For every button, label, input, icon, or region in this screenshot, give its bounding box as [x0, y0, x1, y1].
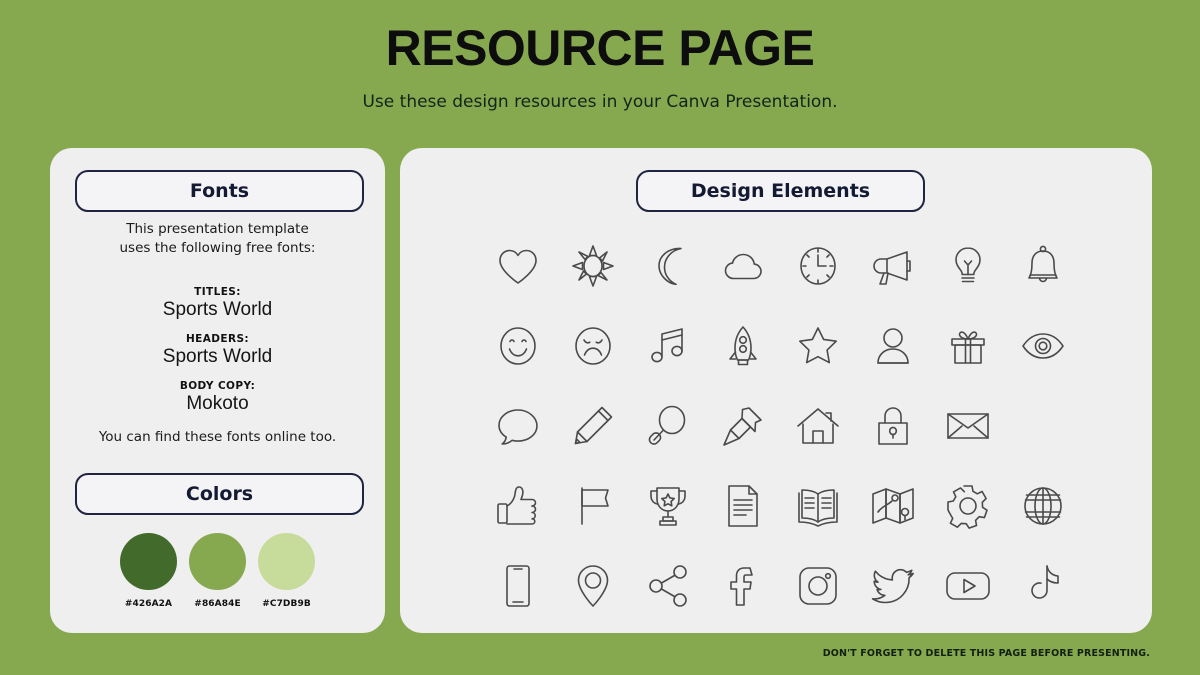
slide-canvas: RESOURCE PAGE Use these design resources… — [0, 0, 1200, 675]
sun-icon[interactable] — [555, 226, 630, 306]
cloud-icon[interactable] — [705, 226, 780, 306]
flag-icon[interactable] — [555, 466, 630, 546]
design-elements-section-label: Design Elements — [690, 180, 871, 202]
megaphone-icon[interactable] — [855, 226, 930, 306]
design-elements-grid — [480, 226, 1080, 626]
design-elements-card: Design Elements — [400, 148, 1152, 633]
sad-face-icon[interactable] — [555, 306, 630, 386]
eye-icon[interactable] — [1005, 306, 1080, 386]
color-swatch-list: #426A2A #86A84E #C7DB9B — [50, 533, 385, 609]
fonts-intro-text: This presentation template uses the foll… — [50, 220, 385, 258]
star-icon[interactable] — [780, 306, 855, 386]
document-icon[interactable] — [705, 466, 780, 546]
person-icon[interactable] — [855, 306, 930, 386]
globe-icon[interactable] — [1005, 466, 1080, 546]
font-body-value: Mokoto — [186, 393, 249, 414]
footer-reminder-note: DON'T FORGET TO DELETE THIS PAGE BEFORE … — [822, 648, 1150, 659]
speech-bubble-icon[interactable] — [480, 386, 555, 466]
colors-section-header[interactable]: Colors — [75, 473, 364, 515]
font-headers-value: Sports World — [162, 346, 273, 367]
fonts-outro-text: You can find these fonts online too. — [98, 429, 337, 445]
house-icon[interactable] — [780, 386, 855, 466]
fonts-intro-line-1: This presentation template — [126, 221, 309, 237]
gear-icon[interactable] — [930, 466, 1005, 546]
color-swatch[interactable]: #426A2A — [118, 533, 180, 609]
twitter-icon[interactable] — [855, 546, 930, 626]
color-swatch-dot — [189, 533, 246, 590]
book-icon[interactable] — [780, 466, 855, 546]
phone-icon[interactable] — [480, 546, 555, 626]
smiley-face-icon[interactable] — [480, 306, 555, 386]
font-group-titles: TITLES: Sports World — [50, 286, 385, 321]
fonts-section-header[interactable]: Fonts — [75, 170, 364, 212]
font-titles-label: TITLES: — [194, 286, 241, 298]
location-pin-icon[interactable] — [555, 546, 630, 626]
lightbulb-icon[interactable] — [930, 226, 1005, 306]
color-swatch-hex: #C7DB9B — [262, 599, 311, 609]
color-swatch-dot — [120, 533, 177, 590]
share-icon[interactable] — [630, 546, 705, 626]
instagram-icon[interactable] — [780, 546, 855, 626]
pencil-icon[interactable] — [555, 386, 630, 466]
font-body-label: BODY COPY: — [179, 380, 256, 392]
facebook-icon[interactable] — [705, 546, 780, 626]
color-swatch[interactable]: #86A84E — [187, 533, 249, 609]
design-elements-section-header[interactable]: Design Elements — [636, 170, 925, 212]
pushpin-icon[interactable] — [705, 386, 780, 466]
music-note-icon[interactable] — [630, 306, 705, 386]
lock-icon[interactable] — [855, 386, 930, 466]
map-icon[interactable] — [855, 466, 930, 546]
fonts-and-colors-card: Fonts This presentation template uses th… — [50, 148, 385, 633]
page-title: RESOURCE PAGE — [385, 20, 815, 76]
grid-empty-cell — [1005, 386, 1080, 466]
gift-icon[interactable] — [930, 306, 1005, 386]
moon-icon[interactable] — [630, 226, 705, 306]
font-headers-label: HEADERS: — [185, 333, 250, 345]
font-titles-value: Sports World — [162, 299, 273, 320]
rocket-icon[interactable] — [705, 306, 780, 386]
tiktok-icon[interactable] — [1005, 546, 1080, 626]
font-group-body-copy: BODY COPY: Mokoto — [50, 380, 385, 415]
fonts-section-label: Fonts — [189, 180, 250, 202]
fonts-intro-line-2: uses the following free fonts: — [119, 240, 316, 257]
color-swatch-hex: #86A84E — [194, 599, 241, 609]
magnifier-icon[interactable] — [630, 386, 705, 466]
bell-icon[interactable] — [1005, 226, 1080, 306]
color-swatch-dot — [258, 533, 315, 590]
color-swatch-hex: #426A2A — [124, 599, 173, 609]
color-swatch[interactable]: #C7DB9B — [256, 533, 318, 609]
thumbs-up-icon[interactable] — [480, 466, 555, 546]
clock-icon[interactable] — [780, 226, 855, 306]
envelope-icon[interactable] — [930, 386, 1005, 466]
heart-icon[interactable] — [480, 226, 555, 306]
trophy-icon[interactable] — [630, 466, 705, 546]
font-group-headers: HEADERS: Sports World — [50, 333, 385, 368]
page-subtitle: Use these design resources in your Canva… — [362, 92, 838, 112]
colors-section-label: Colors — [185, 483, 254, 505]
youtube-icon[interactable] — [930, 546, 1005, 626]
